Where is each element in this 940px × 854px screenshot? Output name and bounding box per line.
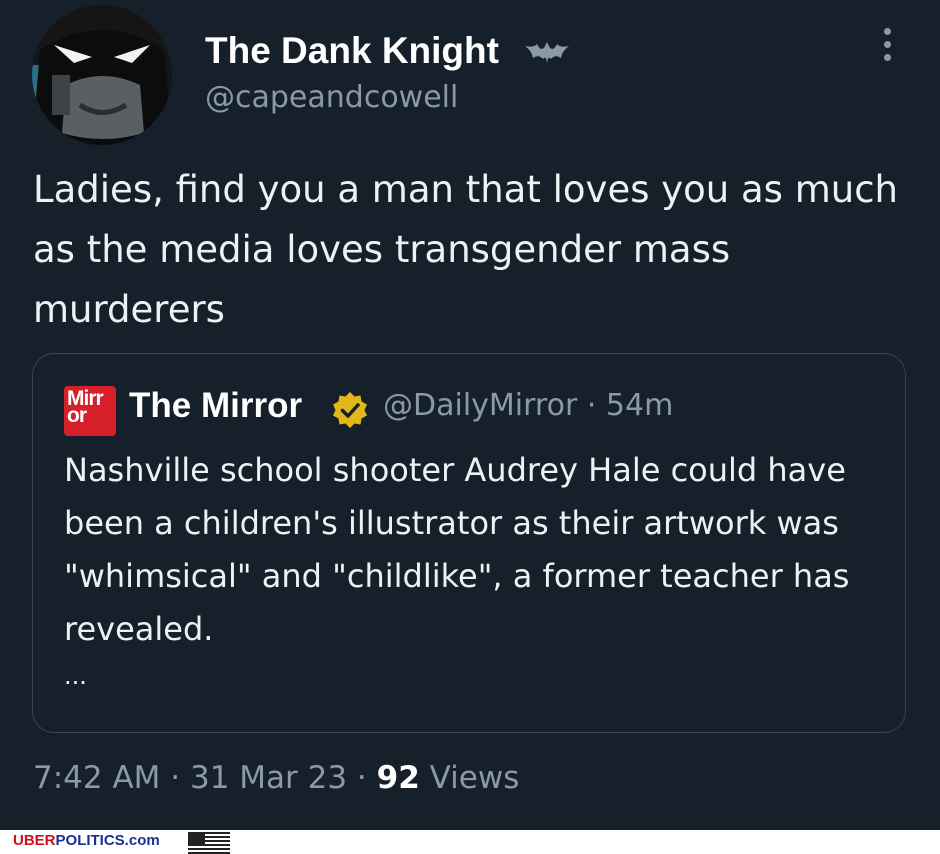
watermark-footer: UBERPOLITICS.com — [0, 830, 940, 854]
author-handle[interactable]: @capeandcowell — [205, 80, 458, 115]
tweet-meta: 7:42 AM · 31 Mar 23 · 92 Views — [33, 760, 519, 796]
views-label: Views — [419, 760, 520, 796]
quoted-text: Nashville school shooter Audrey Hale cou… — [64, 451, 850, 648]
quoted-author-name: The Mirror — [129, 386, 303, 425]
quoted-handle-time: @DailyMirror · 54m — [383, 388, 674, 423]
tweet-timestamp[interactable]: 7:42 AM · 31 Mar 23 · — [33, 760, 377, 796]
watermark-brand-politics: POLITICS.com — [55, 832, 160, 849]
more-vertical-icon[interactable] — [872, 28, 902, 66]
watermark-text: UBERPOLITICS.com — [13, 832, 160, 849]
bat-icon — [525, 42, 569, 63]
watermark-brand-uber: UBER — [13, 832, 56, 849]
views-count: 92 — [376, 760, 420, 796]
us-flag-icon — [188, 832, 230, 854]
author-avatar[interactable] — [32, 5, 172, 145]
verified-gold-badge-icon — [333, 392, 367, 428]
quoted-ellipsis: ... — [64, 662, 87, 690]
author-display-name[interactable]: The Dank Knight — [205, 30, 499, 72]
batman-mask-avatar-icon — [32, 5, 172, 145]
mirror-logo: Mirr or — [64, 386, 116, 436]
tweet-text: Ladies, find you a man that loves you as… — [33, 168, 898, 331]
tweet-card: The Dank Knight @capeandcowell Ladies, f… — [0, 0, 940, 830]
quoted-tweet[interactable]: Mirr or The Mirror @DailyMirror · 54m Nas… — [32, 353, 906, 733]
